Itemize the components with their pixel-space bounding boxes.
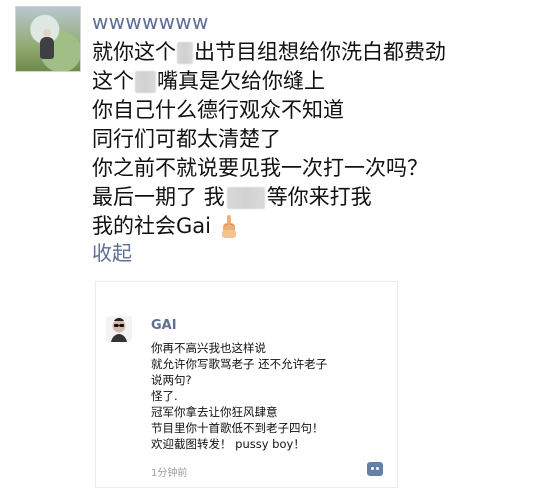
post-line-1: 就你这个 出节目组想给你洗白都费劲 [92, 38, 522, 67]
post-content: 就你这个 出节目组想给你洗白都费劲 这个 嘴真是欠给你缝上 你自己什么德行观众不知道… [92, 38, 522, 241]
comment-line-5: 冠军你拿去让你狂风肆意 [151, 405, 278, 419]
post-line-7: 我的社会Gai [92, 212, 522, 241]
post-line-4: 同行们可都太清楚了 [92, 127, 281, 151]
embedded-comment-screenshot: GAI 你再不高兴我也这样说 就允许你写歌骂老子 还不允许老子 说两句? 怪了.… [95, 281, 398, 488]
weibo-post: wwwwwww 就你这个 出节目组想给你洗白都费劲 这个 嘴真是欠给你缝上 你自己什… [0, 0, 539, 278]
comment-line-4: 怪了. [151, 389, 178, 403]
comment-line-2: 就允许你写歌骂老子 还不允许老子 [151, 357, 328, 371]
redaction-blur [226, 187, 265, 209]
post-line-6-part-b: 等你来打我 [266, 185, 372, 209]
comment-author-name[interactable]: GAI [151, 318, 177, 333]
collapse-link[interactable]: 收起 [92, 239, 132, 267]
post-line-2-part-b: 嘴真是欠给你缝上 [157, 69, 325, 93]
post-line-2-part-a: 这个 [92, 69, 134, 93]
middle-finger-emoji-icon [218, 213, 240, 241]
comment-line-1: 你再不高兴我也这样说 [151, 341, 266, 355]
comment-timestamp: 1分钟前 [151, 468, 188, 479]
redaction-blur [177, 42, 193, 64]
comment-line-6: 节目里你十首歌低不到老子四句！ [151, 421, 324, 435]
post-line-5: 你之前不就说要见我一次打一次吗？ [92, 156, 428, 180]
comment-line-7: 欢迎截图转发！ pussy boy！ [151, 437, 305, 451]
comment-icon[interactable] [367, 462, 383, 476]
post-line-2: 这个 嘴真是欠给你缝上 [92, 67, 522, 96]
post-line-3: 你自己什么德行观众不知道 [92, 98, 344, 122]
post-line-6-part-a: 最后一期了 我 [92, 185, 225, 209]
post-line-1-part-b: 出节目组想给你洗白都费劲 [194, 40, 446, 64]
comment-body: 你再不高兴我也这样说 就允许你写歌骂老子 还不允许老子 说两句? 怪了. 冠军你… [151, 340, 386, 452]
sunglasses-avatar-icon [106, 316, 132, 342]
redaction-blur [135, 71, 156, 93]
username[interactable]: wwwwwww [92, 10, 209, 34]
post-line-7-text: 我的社会Gai [92, 214, 211, 238]
post-line-6: 最后一期了 我 等你来打我 [92, 183, 522, 212]
comment-line-3: 说两句? [151, 373, 192, 387]
user-avatar[interactable] [15, 6, 81, 72]
post-line-1-part-a: 就你这个 [92, 40, 176, 64]
avatar-figure [40, 29, 54, 59]
